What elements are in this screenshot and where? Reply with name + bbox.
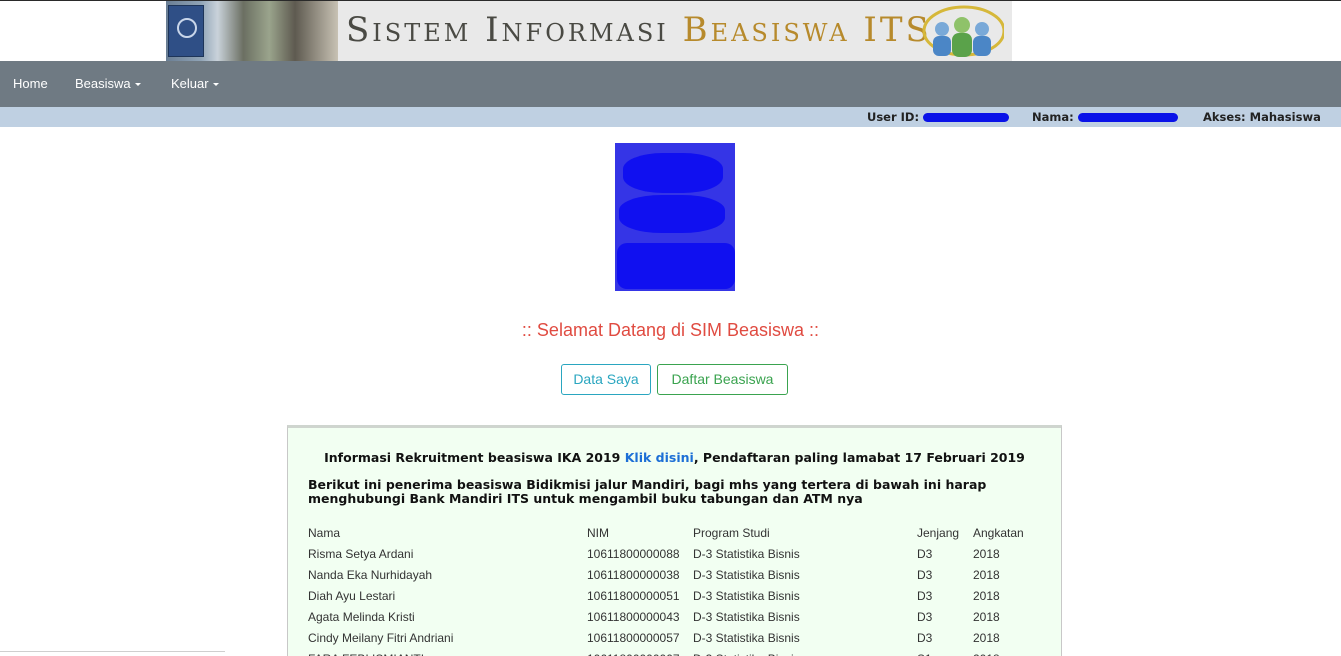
cell-program-studi: D-3 Statistika Bisnis xyxy=(693,588,800,603)
akses-label: Akses: xyxy=(1203,110,1246,124)
cell-jenjang: D3 xyxy=(917,567,933,582)
announcement-recruitment: Informasi Rekruitment beasiswa IKA 2019 … xyxy=(288,450,1061,465)
people-icon xyxy=(922,5,1004,57)
redacted-user-id xyxy=(923,113,1010,122)
redaction-scribble xyxy=(623,153,723,193)
header-jenjang: Jenjang xyxy=(917,525,960,540)
data-saya-button[interactable]: Data Saya xyxy=(561,364,651,395)
cell-nim: 10611800000038 xyxy=(587,567,680,582)
header-program-studi: Program Studi xyxy=(693,525,770,540)
header-nama: Nama xyxy=(308,525,341,540)
nav-beasiswa-label: Beasiswa xyxy=(75,76,131,91)
cell-program-studi: D-3 Statistika Bisnis xyxy=(693,546,800,561)
daftar-beasiswa-button[interactable]: Daftar Beasiswa xyxy=(657,364,788,395)
navbar: Home Beasiswa Keluar xyxy=(0,61,1341,107)
user-info-bar: User ID: Nama: Akses: Mahasiswa xyxy=(0,107,1341,127)
header-banner: Sistem Informasi Beasiswa ITS xyxy=(166,1,1012,61)
recipient-table: Nama NIM Program Studi Jenjang Angkatan … xyxy=(308,522,1033,656)
title-part-1: Sistem Informasi xyxy=(346,10,669,50)
table-row: FARA FEBI ISMIANTI 10611800000007 D-3 St… xyxy=(308,648,1033,656)
cell-nim: 10611800000088 xyxy=(587,546,680,561)
table-header-row: Nama NIM Program Studi Jenjang Angkatan xyxy=(308,522,1033,543)
app-title: Sistem Informasi Beasiswa ITS xyxy=(346,10,932,50)
user-id-label: User ID: xyxy=(867,110,920,124)
cell-nim: 10611800000043 xyxy=(587,609,680,624)
nama-info: Nama: xyxy=(1032,107,1178,127)
cell-angkatan: 2018 xyxy=(973,609,1000,624)
profile-photo-redacted xyxy=(615,143,735,291)
announcement-text-1: Informasi Rekruitment beasiswa IKA 2019 xyxy=(324,450,625,465)
announcement-bidikmisi: Berikut ini penerima beasiswa Bidikmisi … xyxy=(308,477,987,506)
announcement-panel: Informasi Rekruitment beasiswa IKA 2019 … xyxy=(287,425,1062,656)
cell-jenjang: D3 xyxy=(917,588,933,603)
table-row: Diah Ayu Lestari 10611800000051 D-3 Stat… xyxy=(308,585,1033,606)
cell-angkatan: 2018 xyxy=(973,567,1000,582)
cell-program-studi: D-3 Statistika Bisnis xyxy=(693,567,800,582)
cell-angkatan: 2018 xyxy=(973,588,1000,603)
cell-nama: Cindy Meilany Fitri Andriani xyxy=(308,630,454,645)
cell-nama: FARA FEBI ISMIANTI xyxy=(308,648,587,656)
nav-keluar-dropdown[interactable]: Keluar xyxy=(171,61,219,107)
cell-program-studi: D-3 Statistika Bisnis xyxy=(693,609,800,624)
title-part-2: Beasiswa xyxy=(682,10,850,50)
cell-jenjang: D3 xyxy=(917,630,933,645)
cell-angkatan: 2018 xyxy=(973,546,1000,561)
akses-info: Akses: Mahasiswa xyxy=(1203,107,1321,127)
cell-jenjang: S1 xyxy=(917,648,973,656)
its-seal-icon xyxy=(177,18,197,38)
nama-label: Nama: xyxy=(1032,110,1074,124)
cell-program-studi: D-3 Statistika Bisnis xyxy=(693,630,800,645)
caret-down-icon xyxy=(134,83,141,87)
nav-beasiswa-dropdown[interactable]: Beasiswa xyxy=(75,61,141,107)
cell-angkatan: 2018 xyxy=(973,630,1000,645)
redaction-scribble xyxy=(617,243,735,289)
nav-home[interactable]: Home xyxy=(13,61,48,107)
cell-nama: Risma Setya Ardani xyxy=(308,546,414,561)
cell-angkatan: 2018 xyxy=(973,648,1033,656)
announcement-text-2: , Pendaftaran paling lamabat 17 Februari… xyxy=(693,450,1025,465)
cell-nama: Diah Ayu Lestari xyxy=(308,588,396,603)
table-row: Nanda Eka Nurhidayah 10611800000038 D-3 … xyxy=(308,564,1033,585)
header-angkatan: Angkatan xyxy=(973,525,1024,540)
redacted-name xyxy=(1077,113,1178,122)
table-row: Cindy Meilany Fitri Andriani 10611800000… xyxy=(308,627,1033,648)
header-nim: NIM xyxy=(587,525,609,540)
cell-nim: 10611800000057 xyxy=(587,630,680,645)
its-logo xyxy=(168,5,204,57)
nav-keluar-label: Keluar xyxy=(171,76,209,91)
cell-nim: 10611800000051 xyxy=(587,588,680,603)
akses-value: Mahasiswa xyxy=(1249,110,1321,124)
cell-jenjang: D3 xyxy=(917,546,933,561)
footer-divider xyxy=(0,651,225,652)
cell-jenjang: D3 xyxy=(917,609,933,624)
user-id-info: User ID: xyxy=(867,107,1010,127)
cell-nama: Agata Melinda Kristi xyxy=(308,609,415,624)
table-row: Risma Setya Ardani 10611800000088 D-3 St… xyxy=(308,543,1033,564)
cell-program-studi: D-3 Statistika Bisnis xyxy=(693,648,917,656)
welcome-heading: :: Selamat Datang di SIM Beasiswa :: xyxy=(521,320,820,340)
redaction-scribble xyxy=(619,195,725,233)
table-row: Agata Melinda Kristi 10611800000043 D-3 … xyxy=(308,606,1033,627)
klik-disini-link[interactable]: Klik disini xyxy=(625,450,694,465)
caret-down-icon xyxy=(212,83,219,87)
cell-nama: Nanda Eka Nurhidayah xyxy=(308,567,433,582)
cell-nim: 10611800000007 xyxy=(587,648,693,656)
